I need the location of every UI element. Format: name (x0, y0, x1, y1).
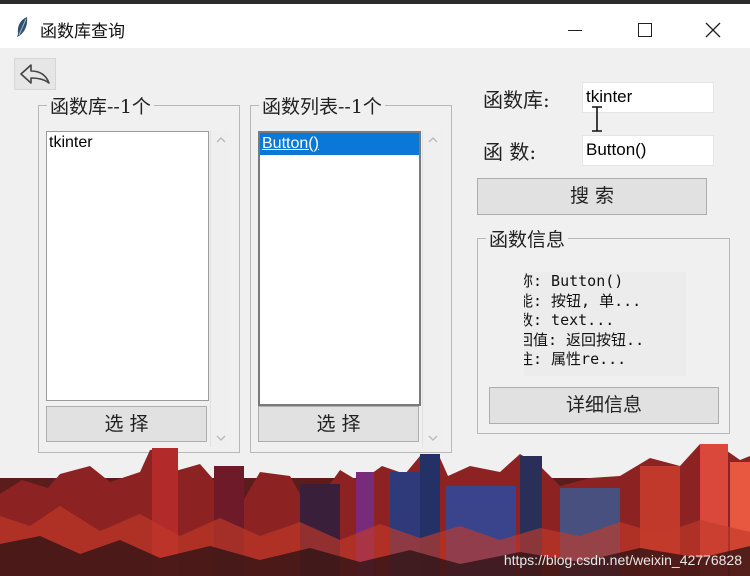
close-icon (705, 22, 721, 38)
function-group-title: 函数列表--1个 (259, 92, 385, 119)
function-field-label: 函 数: (483, 140, 537, 164)
library-group-title: 函数库--1个 (47, 92, 154, 119)
back-arrow-icon (20, 64, 50, 84)
window-title: 函数库查询 (40, 22, 125, 42)
feather-icon (17, 17, 28, 37)
chevron-up-icon (216, 137, 226, 143)
watermark-text: https://blog.csdn.net/weixin_42776828 (503, 552, 742, 568)
scroll-up-button[interactable] (423, 131, 442, 149)
back-button[interactable] (14, 58, 56, 90)
list-item-selected[interactable]: Button() (260, 133, 419, 155)
detail-button[interactable]: 详细信息 (489, 387, 719, 424)
minimize-icon (568, 30, 582, 31)
window-client-area: 函数库--1个 tkinter 选 择 函数列表--1个 Button() 选 … (0, 48, 750, 576)
text-cursor-icon (592, 106, 602, 132)
maximize-button[interactable] (622, 8, 668, 52)
close-button[interactable] (690, 8, 736, 52)
info-line: 注: 属性re... (524, 350, 627, 368)
info-group-title: 函数信息 (486, 225, 569, 252)
function-groupbox: 函数列表--1个 Button() 选 择 (250, 92, 452, 453)
library-scrollbar[interactable] (210, 131, 230, 447)
minimize-button[interactable] (552, 8, 598, 52)
list-item[interactable]: tkinter (47, 132, 208, 154)
library-groupbox: 函数库--1个 tkinter 选 择 (38, 92, 240, 453)
function-scrollbar[interactable] (422, 131, 442, 447)
function-input[interactable]: Button() (582, 135, 714, 166)
title-bar: 函数库查询 (0, 4, 750, 48)
info-line: 数: text... (524, 311, 615, 329)
info-line: 回值: 返回按钮.. (524, 330, 645, 349)
info-line: 称: Button() (524, 272, 624, 290)
function-listbox[interactable]: Button() (258, 131, 421, 406)
maximize-icon (638, 23, 652, 37)
scroll-up-button[interactable] (211, 131, 230, 149)
search-button[interactable]: 搜 索 (477, 178, 707, 215)
library-field-label: 函数库: (483, 88, 550, 112)
info-line: 能: 按钮, 单... (524, 291, 642, 310)
chevron-up-icon (428, 137, 438, 143)
info-text-area: 称: Button() 能: 按钮, 单... 数: text... 回值: 返… (524, 272, 686, 376)
library-listbox[interactable]: tkinter (46, 131, 209, 401)
